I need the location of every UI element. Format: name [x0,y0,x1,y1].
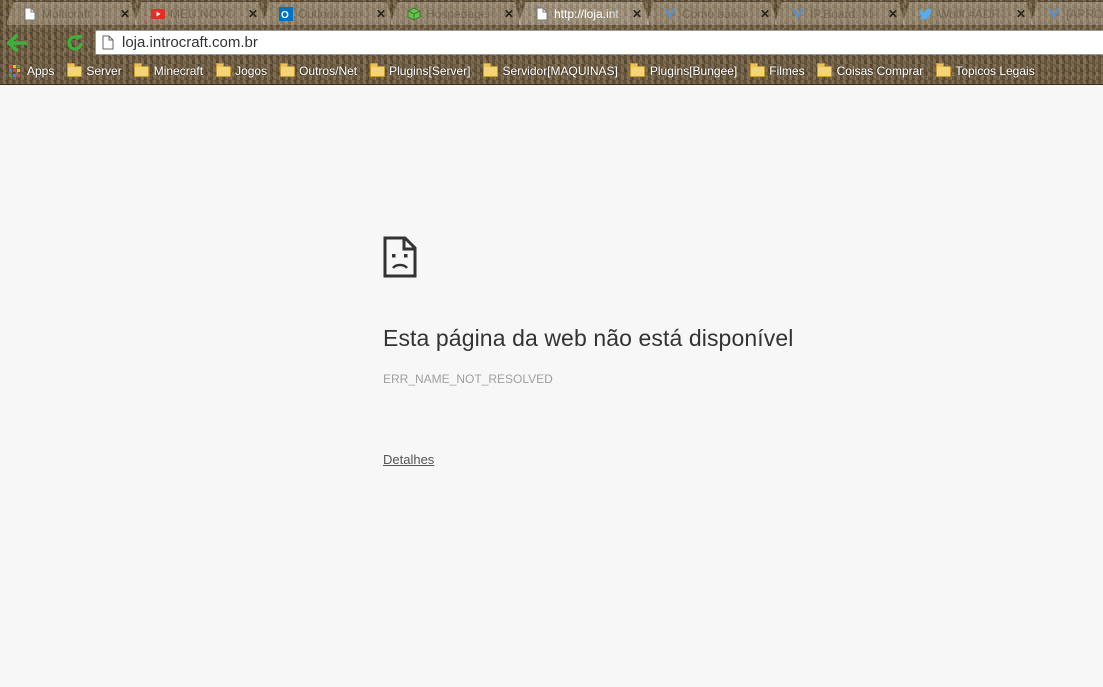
bookmark-folder-topicos-legais[interactable]: Topicos Legais [935,61,1035,81]
error-title: Esta página da web não está disponível [383,325,794,351]
tab-title: IP.Board: Ma [810,6,879,21]
browser-chrome: Multicraft - C ✕ MEU NOVO ✕ O Outlook.co… [0,0,1103,85]
bookmark-label: Server [86,64,122,78]
apps-icon [7,64,23,78]
bookmark-label: Jogos [235,64,268,78]
folder-icon [279,62,295,78]
tab-como-baixar[interactable]: Como baixar ✕ [646,1,778,25]
tab-multicraft[interactable]: Multicraft - C ✕ [6,1,138,25]
toolbar: loja.introcraft.com.br [0,28,1103,58]
folder-icon [134,62,150,78]
folder-icon [817,62,833,78]
folder-icon [66,62,82,78]
bookmark-folder-filmes[interactable]: Filmes [749,61,805,81]
bookmark-label: Apps [27,64,55,78]
bookmark-apps[interactable]: Apps [7,61,54,81]
svg-text:O: O [281,10,289,21]
error-code: ERR_NAME_NOT_RESOLVED [383,372,553,386]
close-icon[interactable]: ✕ [503,7,515,21]
folder-icon [369,62,385,78]
close-icon[interactable]: ✕ [247,7,259,21]
tab-title: http://loja.int [554,6,619,21]
folder-icon [630,62,646,78]
page-icon [23,7,37,21]
close-icon[interactable]: ✕ [375,7,387,21]
ipboard-icon [791,7,805,21]
bookmark-folder-servidor-maquinas[interactable]: Servidor[MAQUINAS] [483,61,618,81]
tab-title: Outlook.com [298,6,366,21]
page-icon [102,35,116,51]
bookmark-folder-jogos[interactable]: Jogos [215,61,267,81]
address-bar[interactable]: loja.introcraft.com.br [95,30,1103,55]
error-page: Esta página da web não está disponível E… [383,236,1083,469]
tab-title: Hospedagem [426,6,498,21]
back-button[interactable] [5,31,29,55]
tab-outlook[interactable]: O Outlook.com ✕ [262,1,394,25]
back-arrow-icon [7,34,27,52]
bookmark-label: Topicos Legais [955,64,1035,78]
folder-icon [749,62,765,78]
youtube-icon [151,7,165,21]
bookmark-folder-outros-net[interactable]: Outros/Net [279,61,357,81]
sad-page-icon [383,236,417,278]
bookmark-folder-plugins-server[interactable]: Plugins[Server] [369,61,471,81]
ipboard-icon [1047,7,1061,21]
folder-icon [215,62,231,78]
reload-icon [67,35,83,51]
close-icon[interactable]: ✕ [1015,7,1027,21]
tab-loja-active[interactable]: http://loja.int ✕ [518,1,650,25]
url-text[interactable]: loja.introcraft.com.br [122,34,258,51]
bookmark-label: Plugins[Bungee] [649,64,738,78]
bookmark-folder-minecraft[interactable]: Minecraft [134,61,203,81]
bookmark-folder-plugins-bungee[interactable]: Plugins[Bungee] [630,61,737,81]
tab-title: Multicraft - C [42,6,111,21]
tab-hospedagem[interactable]: Hospedagem ✕ [390,1,522,25]
tab-aprova[interactable]: [APROVA [1030,1,1103,25]
ipboard-icon [663,7,677,21]
bookmark-folder-coisas-comprar[interactable]: Coisas Comprar [817,61,924,81]
cube-icon [407,7,421,21]
twitter-icon [919,7,933,21]
bookmark-label: Servidor[MAQUINAS] [502,64,618,78]
bookmarks-bar: Apps Server Minecraft Jogos Outros/Net P… [0,59,1103,83]
bookmark-label: Minecraft [153,64,204,78]
outlook-icon: O [279,7,293,21]
tab-title: MEU NOVO [170,6,236,21]
page-icon [535,7,549,21]
close-icon[interactable]: ✕ [759,7,771,21]
bookmark-label: Filmes [769,64,805,78]
folder-icon [935,62,951,78]
tab-title: Wolff #ADR3 [938,6,1007,21]
close-icon[interactable]: ✕ [887,7,899,21]
details-link[interactable]: Detalhes [383,452,434,467]
tab-strip: Multicraft - C ✕ MEU NOVO ✕ O Outlook.co… [0,0,1103,26]
bookmark-label: Plugins[Server] [389,64,471,78]
tab-ipboard[interactable]: IP.Board: Ma ✕ [774,1,906,25]
bookmark-folder-server[interactable]: Server [66,61,122,81]
bookmark-label: Outros/Net [299,64,358,78]
tab-meu-novo[interactable]: MEU NOVO ✕ [134,1,266,25]
reload-button[interactable] [63,31,87,55]
folder-icon [483,62,499,78]
tab-title: Como baixar [682,6,751,21]
tab-title: [APROVA [1066,6,1103,21]
tab-twitter[interactable]: Wolff #ADR3 ✕ [902,1,1034,25]
close-icon[interactable]: ✕ [631,7,643,21]
bookmark-label: Coisas Comprar [836,64,924,78]
close-icon[interactable]: ✕ [119,7,131,21]
